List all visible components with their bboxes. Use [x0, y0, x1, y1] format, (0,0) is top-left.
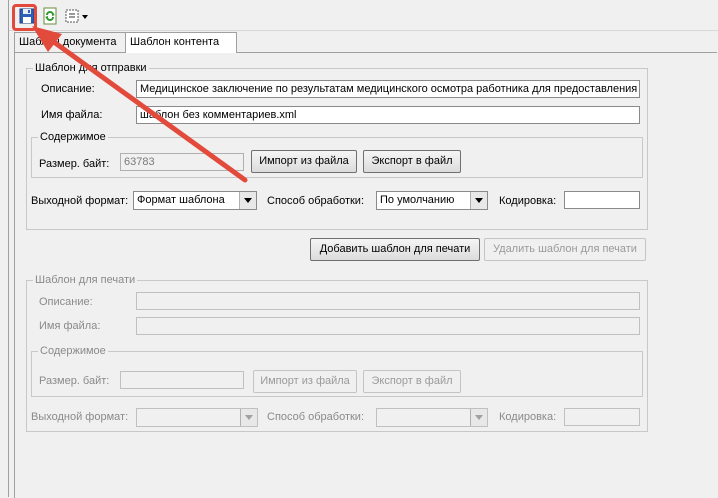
size-label: Размер. байт: [39, 158, 110, 170]
output-format-select[interactable]: Формат шаблона [133, 191, 257, 210]
processing-select[interactable]: По умолчанию [376, 191, 488, 210]
print-filename-input [136, 317, 640, 335]
print-output-format-select [136, 408, 258, 427]
chevron-down-icon [470, 409, 487, 426]
processing-value: По умолчанию [380, 194, 455, 206]
send-template-legend: Шаблон для отправки [35, 62, 147, 74]
print-template-legend: Шаблон для печати [35, 274, 136, 286]
layout-dropdown-icon[interactable] [64, 7, 90, 25]
print-filename-label: Имя файла: [39, 320, 101, 332]
description-input[interactable]: Медицинское заключение по результатам ме… [136, 80, 640, 98]
output-format-value: Формат шаблона [137, 194, 225, 206]
print-export-button: Экспорт в файл [363, 370, 461, 393]
tab-content-template[interactable]: Шаблон контента [125, 32, 237, 53]
refresh-icon[interactable] [41, 7, 59, 25]
send-content-legend: Содержимое [40, 131, 106, 143]
print-encoding-label: Кодировка: [499, 411, 557, 423]
save-highlight-box [12, 4, 37, 31]
add-print-template-button[interactable]: Добавить шаблон для печати [310, 238, 480, 261]
left-strip [0, 0, 9, 497]
encoding-input[interactable] [564, 191, 640, 209]
export-to-file-button[interactable]: Экспорт в файл [363, 150, 461, 173]
print-size-label: Размер. байт: [39, 375, 110, 387]
tab-document-template[interactable]: Шаблон документа [14, 32, 131, 52]
print-description-input [136, 292, 640, 310]
output-format-label: Выходной формат: [31, 195, 129, 207]
chevron-down-icon [240, 409, 257, 426]
description-label: Описание: [41, 83, 95, 95]
size-field: 63783 [120, 153, 244, 171]
tab-panel: Шаблон для отправки Описание: Медицинско… [14, 52, 717, 498]
chevron-down-icon [239, 192, 256, 209]
remove-print-template-button: Удалить шаблон для печати [484, 238, 646, 261]
print-output-format-label: Выходной формат: [31, 411, 129, 423]
print-encoding-input [564, 408, 640, 426]
toolbar [9, 0, 718, 31]
print-size-field [120, 371, 244, 389]
encoding-label: Кодировка: [499, 195, 557, 207]
filename-label: Имя файла: [41, 109, 103, 121]
print-content-legend: Содержимое [40, 345, 106, 357]
print-processing-label: Способ обработки: [267, 411, 364, 423]
import-from-file-button[interactable]: Импорт из файла [251, 150, 357, 173]
print-import-button: Импорт из файла [253, 370, 357, 393]
print-processing-select [376, 408, 488, 427]
chevron-down-icon [470, 192, 487, 209]
processing-label: Способ обработки: [267, 195, 364, 207]
print-description-label: Описание: [39, 296, 93, 308]
filename-input[interactable]: шаблон без комментариев.xml [136, 106, 640, 124]
